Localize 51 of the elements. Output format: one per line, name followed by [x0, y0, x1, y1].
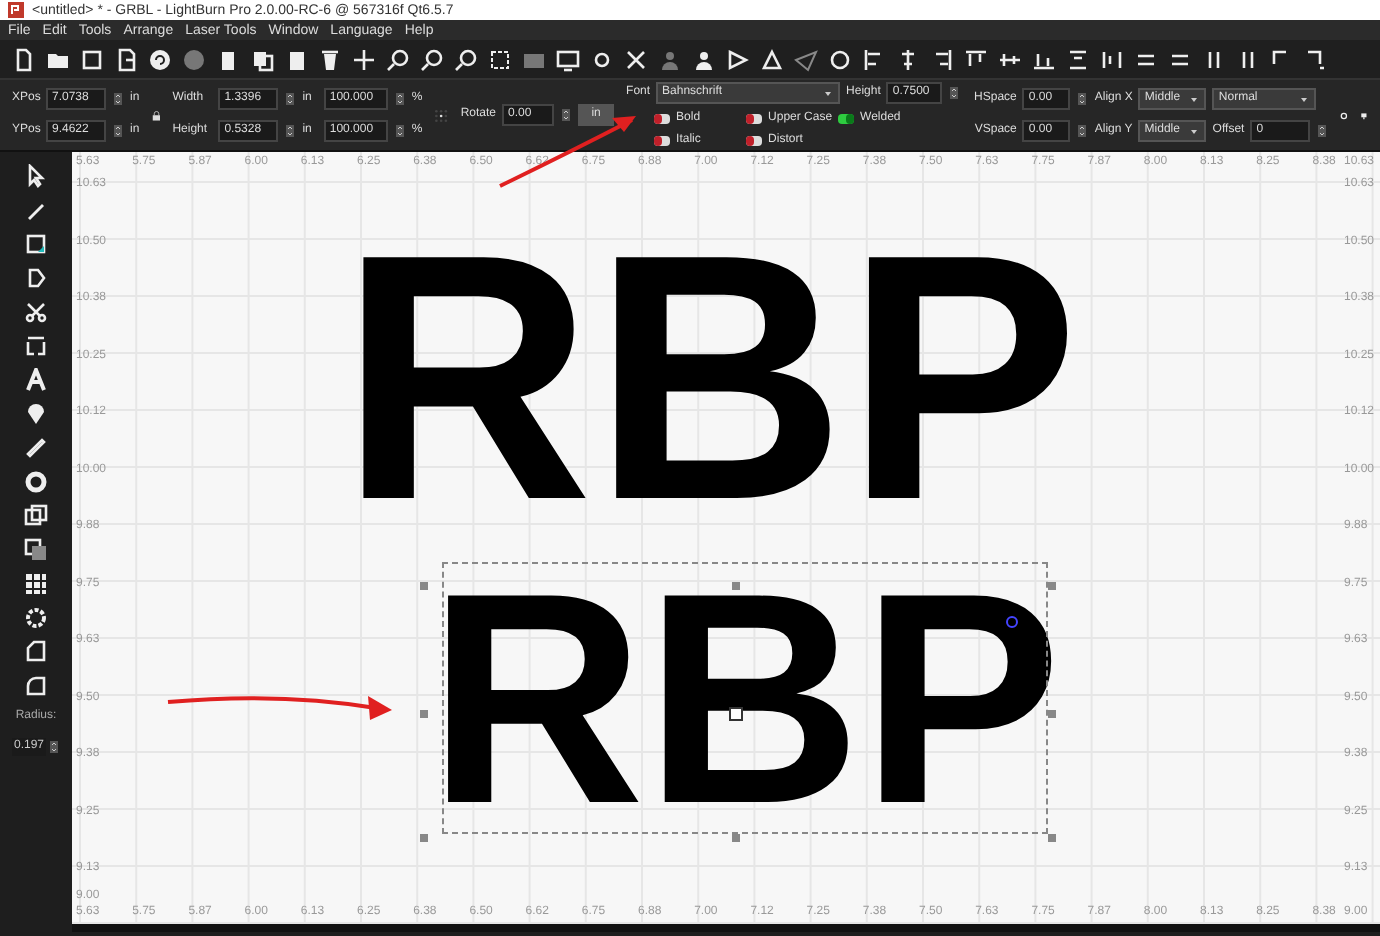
- spinner-icon[interactable]: [48, 736, 60, 758]
- monitor-icon[interactable]: [556, 47, 580, 71]
- canvas-text: RBP: [428, 548, 1062, 848]
- caret-icon: [822, 87, 835, 99]
- align-top-icon[interactable]: [964, 47, 988, 71]
- spinner-icon[interactable]: [1076, 88, 1089, 110]
- grid-array-icon[interactable]: [24, 572, 48, 596]
- toggle-switch[interactable]: [838, 113, 855, 123]
- zoom-in-icon[interactable]: [386, 47, 410, 71]
- spinner-icon[interactable]: [112, 120, 124, 142]
- undo-icon[interactable]: [148, 47, 172, 71]
- scissors-icon[interactable]: [24, 300, 48, 324]
- spinner-icon[interactable]: [284, 88, 297, 110]
- frame-icon[interactable]: [24, 334, 48, 358]
- spinner-icon[interactable]: [948, 82, 961, 104]
- align-left-icon[interactable]: [862, 47, 886, 71]
- toggle-switch[interactable]: [746, 135, 763, 145]
- polygon-icon[interactable]: [24, 266, 48, 290]
- canvas-text: RBP: [340, 204, 1079, 554]
- user-icon[interactable]: [692, 47, 716, 71]
- ruler-icon[interactable]: [24, 436, 48, 460]
- caret-icon: [1298, 93, 1311, 105]
- toggle-switch[interactable]: [654, 113, 671, 123]
- spinner-icon[interactable]: [393, 88, 406, 110]
- pencil-icon[interactable]: [24, 198, 48, 222]
- spinner-icon[interactable]: [1316, 120, 1329, 142]
- copy-icon[interactable]: [250, 47, 274, 71]
- target-icon[interactable]: [828, 47, 852, 71]
- map-pin-icon[interactable]: [24, 402, 48, 426]
- arrow-annotation: [499, 116, 636, 188]
- ring-icon[interactable]: [24, 470, 48, 494]
- spinner-icon[interactable]: [284, 120, 297, 142]
- toggle-switch[interactable]: [654, 135, 671, 145]
- spinner-icon[interactable]: [393, 120, 406, 142]
- align-right-icon[interactable]: [930, 47, 954, 71]
- caret-icon: [1188, 125, 1201, 137]
- circular-array-icon[interactable]: [24, 606, 48, 630]
- move-icon[interactable]: [352, 47, 376, 71]
- text-icon[interactable]: [24, 368, 48, 392]
- align-center-icon[interactable]: [896, 47, 920, 71]
- selection-frame-icon[interactable]: [488, 47, 512, 71]
- rectangle-icon[interactable]: [24, 232, 48, 256]
- spinner-icon[interactable]: [1076, 120, 1089, 142]
- new-file-icon[interactable]: [12, 47, 36, 71]
- trash-icon[interactable]: [318, 47, 342, 71]
- caret-icon: [1188, 93, 1201, 105]
- overlap-icon[interactable]: [24, 538, 48, 562]
- cursor-icon[interactable]: [24, 164, 48, 188]
- toggle-switch[interactable]: [746, 113, 763, 123]
- spinner-icon[interactable]: [560, 104, 573, 126]
- spinner-icon[interactable]: [112, 88, 124, 110]
